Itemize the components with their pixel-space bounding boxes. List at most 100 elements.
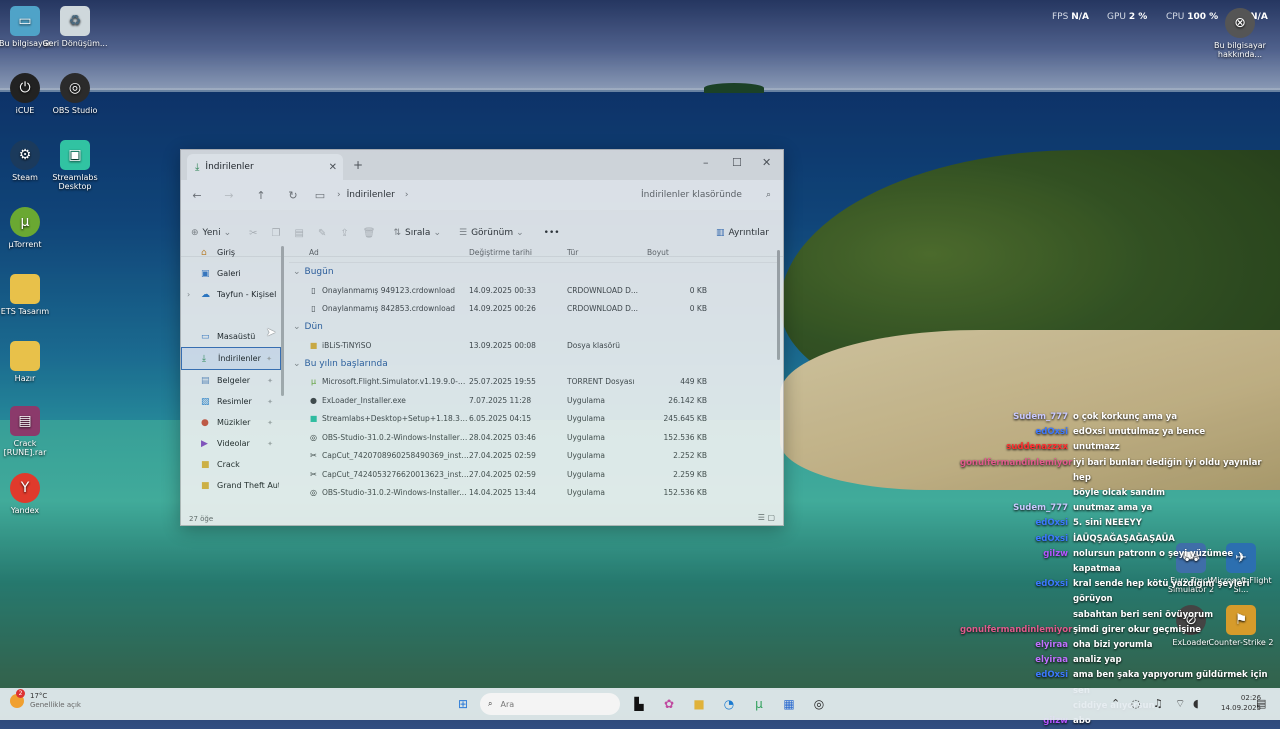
file-row[interactable]: ● ExLoader_Installer.exe 7.07.2025 11:28 Uy…: [289, 391, 779, 410]
delete-icon[interactable]: 🗑: [363, 228, 376, 239]
close-window-button[interactable]: ✕: [762, 156, 771, 169]
up-button[interactable]: ↑: [245, 189, 277, 202]
copy-icon[interactable]: ❐: [272, 228, 281, 239]
volume-icon[interactable]: ◖: [1193, 697, 1199, 710]
chat-text: iyi bari bunları dediğin iyi oldu yayınl…: [1073, 457, 1262, 483]
group-header-yesterday[interactable]: ⌄ Dün: [289, 318, 779, 336]
chat-username: elyiraa: [1035, 655, 1068, 666]
group-header-earlier-this-year[interactable]: ⌄ Bu yılın başlarında: [289, 355, 779, 373]
details-view-icon[interactable]: ☰: [758, 513, 765, 522]
file-row[interactable]: ■ iBLiS-TiNYiSO 13.09.2025 00:08 Dosya klas…: [289, 336, 779, 355]
breadcrumb-chevron-icon: ›: [337, 190, 341, 200]
minimize-button[interactable]: –: [703, 156, 709, 169]
forward-button[interactable]: →: [213, 189, 245, 202]
column-type[interactable]: Tür: [567, 248, 647, 257]
new-button[interactable]: ⊕ Yeni ⌄: [191, 228, 235, 238]
task-view-icon[interactable]: ▙: [630, 695, 648, 713]
chat-username: elyiraa: [1035, 640, 1068, 651]
gallery-icon: ▣: [201, 268, 210, 279]
sidebar-item-pictures[interactable]: ▨ Resimler ✦: [181, 391, 281, 412]
details-button[interactable]: ▥ Ayrıntılar: [716, 228, 769, 238]
sort-button[interactable]: ⇅ Sırala ⌄: [393, 228, 445, 238]
sidebar-item-crack[interactable]: ■ Crack: [181, 454, 281, 475]
file-row[interactable]: ◎ OBS-Studio-31.0.2-Windows-Installer (1)…: [289, 428, 779, 447]
chat-text: unutmazz: [1073, 442, 1120, 453]
microphone-icon[interactable]: ♫: [1153, 697, 1163, 710]
refresh-button[interactable]: ↻: [277, 189, 309, 202]
group-header-today[interactable]: ⌄ Bugün: [289, 263, 779, 281]
tiles-view-icon[interactable]: ▢: [767, 513, 775, 522]
column-date-modified[interactable]: Değiştirme tarihi: [469, 248, 567, 257]
sidebar-scrollbar[interactable]: [281, 246, 284, 396]
chat-text: o çok korkunç ama ya: [1073, 412, 1178, 422]
chat-username: gonulfermandinlemiyor: [960, 624, 1073, 635]
sidebar-item-gta5[interactable]: ■Grand Theft Auto V: [181, 475, 281, 496]
more-options-button[interactable]: •••: [544, 228, 560, 238]
maximize-button[interactable]: ☐: [732, 156, 742, 169]
cut-icon[interactable]: ✂: [249, 228, 257, 239]
chat-message: elyiraa oha bizi yorumla: [960, 638, 1276, 653]
desktop-icon-hazir-folder[interactable]: Hazır: [0, 341, 58, 383]
column-name[interactable]: Ad: [289, 248, 469, 257]
search-icon: ⌕: [488, 699, 493, 708]
file-row[interactable]: ✂CapCut_7424053276620013623_installer.ex…: [289, 465, 779, 484]
paste-icon[interactable]: ▤: [295, 228, 304, 239]
sidebar-item-onedrive[interactable]: › ☁ Tayfun - Kişisel: [181, 284, 281, 305]
search-icon: ⌕: [765, 190, 771, 200]
file-row[interactable]: ▯ Onaylanmamış 949123.crdownload 14.09.202…: [289, 281, 779, 300]
back-button[interactable]: ←: [181, 189, 213, 202]
copilot-icon[interactable]: ✿: [660, 695, 678, 713]
chat-username: suddenazzxx: [1006, 442, 1068, 453]
sidebar-item-downloads[interactable]: ⤓ İndirilenler ✦: [181, 347, 281, 370]
store-icon[interactable]: ▦: [780, 695, 798, 713]
desktop-icon-streamlabs[interactable]: ▣ Streamlabs Desktop: [42, 140, 108, 191]
rename-icon[interactable]: ✎: [318, 228, 326, 239]
file-row[interactable]: ✂CapCut_7420708960258490369_installer.ex…: [289, 447, 779, 466]
taskbar-search[interactable]: ⌕ Ara: [480, 693, 620, 715]
chat-text: oha bizi yorumla: [1073, 640, 1153, 651]
sidebar-item-home[interactable]: ⌂ Giriş: [181, 242, 281, 263]
desktop-icon-recycle-bin[interactable]: ♻ Geri Dönüşüm...: [42, 6, 108, 48]
sidebar-item-videos[interactable]: ▶ Videolar ✦: [181, 433, 281, 454]
sidebar-item-music[interactable]: ● Müzikler ✦: [181, 412, 281, 433]
share-icon[interactable]: ⇪: [340, 228, 348, 239]
notifications-icon[interactable]: ▤: [1256, 697, 1266, 710]
network-tray-icon[interactable]: ◌: [1131, 697, 1141, 710]
desktop-icon-obs[interactable]: ◎ OBS Studio: [42, 73, 108, 115]
file-row[interactable]: ◎ OBS-Studio-31.0.2-Windows-Installer.exe…: [289, 484, 779, 503]
sidebar-item-gallery[interactable]: ▣ Galeri: [181, 263, 281, 284]
pin-icon: ✦: [267, 418, 273, 427]
desktop-icon-yandex[interactable]: Y Yandex: [0, 473, 58, 515]
wifi-icon[interactable]: ⌔: [1175, 697, 1185, 711]
breadcrumb[interactable]: İndirilenler: [347, 190, 395, 200]
search-input[interactable]: İndirilenler klasöründe ⌕: [641, 184, 771, 206]
weather-widget[interactable]: 2 17°C Genellikle açık: [10, 689, 81, 710]
close-tab-icon[interactable]: ✕: [329, 162, 337, 173]
chevron-up-icon[interactable]: ⌃: [1111, 697, 1120, 710]
edge-icon[interactable]: ◔: [720, 695, 738, 713]
sidebar-item-documents[interactable]: ▤ Belgeler ✦: [181, 370, 281, 391]
new-tab-button[interactable]: +: [353, 158, 363, 172]
chat-username: edOxsi: [1035, 427, 1068, 438]
utorrent-taskbar-icon[interactable]: µ: [750, 695, 768, 713]
column-size[interactable]: Boyut: [647, 248, 707, 257]
file-row[interactable]: ■Streamlabs+Desktop+Setup+1.18.3-u1PE...…: [289, 410, 779, 429]
desktop-icon-utorrent[interactable]: µ µTorrent: [0, 207, 58, 249]
download-icon: ⤓: [195, 161, 200, 173]
chat-username: Sudem_777: [1013, 503, 1068, 514]
file-explorer-icon[interactable]: ■: [690, 695, 708, 713]
desktop-icon-about-pc[interactable]: ⊗ Bu bilgisayar hakkında...: [1207, 8, 1273, 59]
icue-icon: ⏻: [10, 73, 40, 103]
file-row[interactable]: ▯ Onaylanmamış 842853.crdownload 14.09.202…: [289, 300, 779, 319]
view-button[interactable]: ☰ Görünüm ⌄: [459, 228, 528, 238]
tab-downloads[interactable]: ⤓ İndirilenler ✕: [187, 154, 343, 180]
desktop-icon-crack-rar[interactable]: ▤ Crack [RUNE].rar: [0, 406, 58, 457]
obs-taskbar-icon[interactable]: ◎: [810, 695, 828, 713]
chat-username: gonulfermandinlemiyor: [960, 457, 1073, 468]
chat-message: gilzw nolursun patronn o şeyi yüzümee kap…: [960, 547, 1276, 577]
file-list-scrollbar[interactable]: [777, 250, 780, 360]
chevron-down-icon: ⌄: [293, 322, 301, 332]
file-row[interactable]: µ Microsoft.Flight.Simulator.v1.19.9.0-P2…: [289, 373, 779, 392]
desktop-icon-ets-folder[interactable]: ETS Tasarım: [0, 274, 58, 316]
start-button[interactable]: ⊞: [454, 695, 472, 713]
